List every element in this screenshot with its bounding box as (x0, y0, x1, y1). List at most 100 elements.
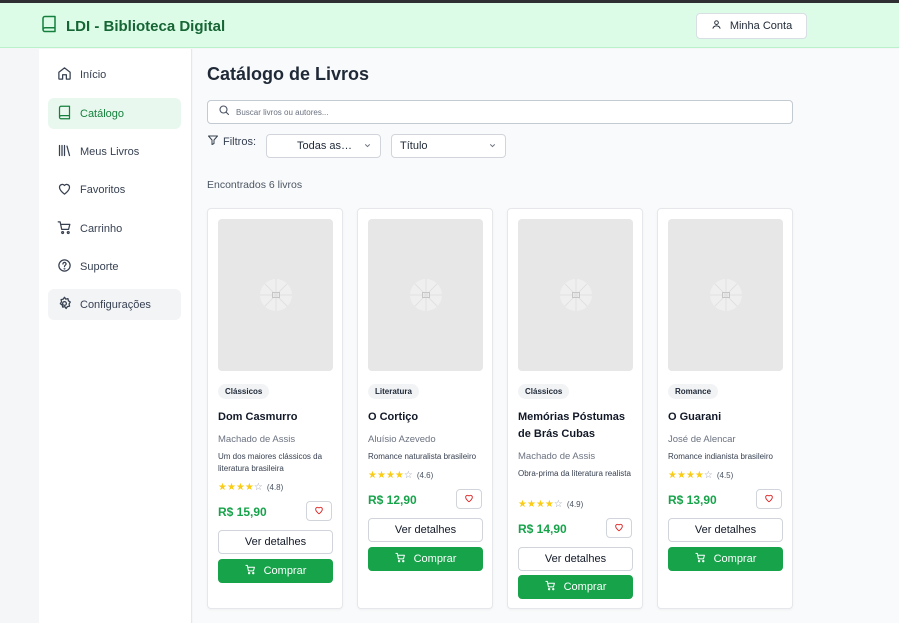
book-price: R$ 13,90 (668, 493, 717, 507)
star-filled-icon: ★ (668, 470, 677, 481)
favorite-button[interactable] (456, 489, 482, 509)
image-placeholder-icon (260, 279, 292, 311)
sidebar-item-label: Carrinho (80, 222, 123, 235)
help-circle-icon (57, 258, 72, 276)
rating-stars: ★★★★☆ (668, 470, 713, 481)
book-price: R$ 15,90 (218, 505, 267, 519)
star-filled-icon: ★ (694, 470, 704, 481)
sidebar-item-label: Favoritos (80, 183, 126, 196)
book-author: Machado de Assis (218, 434, 296, 445)
details-button[interactable]: Ver detalhes (368, 518, 483, 542)
book-icon (40, 15, 58, 38)
cart-icon (395, 552, 406, 566)
rating-value: (4.8) (266, 483, 284, 492)
star-filled-icon: ★ (235, 482, 245, 493)
search-input[interactable] (236, 107, 776, 117)
book-card: Clássicos Dom Casmurro Machado de Assis … (207, 208, 343, 609)
details-button[interactable]: Ver detalhes (218, 530, 333, 554)
account-label: Minha Conta (729, 20, 793, 32)
image-placeholder-icon (710, 279, 742, 311)
book-rating: ★★★★☆ (4.6) (368, 470, 433, 481)
cart-icon (545, 580, 556, 594)
sidebar-item-suporte[interactable]: Suporte (48, 251, 181, 282)
sort-select-value: Título (400, 140, 428, 152)
buy-label: Comprar (263, 565, 307, 577)
rating-value: (4.6) (416, 471, 434, 480)
sidebar-item-catalogo[interactable]: Catálogo (48, 98, 181, 129)
sidebar-item-label: Configurações (80, 298, 151, 311)
favorite-button[interactable] (606, 518, 632, 538)
chevron-down-icon (488, 141, 497, 153)
sidebar-item-meus-livros[interactable]: Meus Livros (48, 136, 181, 167)
sidebar-item-configuracoes[interactable]: Configurações (48, 289, 181, 320)
sidebar-item-label: Início (80, 68, 107, 81)
book-cover-placeholder[interactable] (368, 219, 483, 371)
cart-icon (245, 564, 256, 578)
sidebar-item-carrinho[interactable]: Carrinho (48, 213, 181, 244)
star-filled-icon: ★ (526, 499, 536, 510)
book-card: Literatura O Cortiço Aluísio Azevedo Rom… (357, 208, 493, 609)
book-cover-placeholder[interactable] (668, 219, 783, 371)
filters: Filtros: (207, 134, 256, 149)
cart-icon (695, 552, 706, 566)
filters-label: Filtros: (223, 135, 256, 148)
book-cover-placeholder[interactable] (218, 219, 333, 371)
book-rating: ★★★★☆ (4.5) (668, 470, 733, 481)
book-description: Obra-prima da literatura realista (518, 469, 631, 478)
book-price: R$ 12,90 (368, 493, 417, 507)
buy-button[interactable]: Comprar (218, 559, 333, 583)
sidebar-item-label: Catálogo (80, 107, 125, 120)
book-author: Aluísio Azevedo (368, 434, 436, 445)
buy-button[interactable]: Comprar (518, 575, 633, 599)
home-icon (57, 66, 72, 84)
book-card: Romance O Guarani José de Alencar Romanc… (657, 208, 793, 609)
favorite-button[interactable] (306, 501, 332, 521)
brand[interactable]: LDI - Biblioteca Digital (40, 15, 225, 38)
book-description: Romance naturalista brasileiro (368, 452, 477, 461)
app-header: LDI - Biblioteca Digital Minha Conta (0, 3, 899, 48)
category-select[interactable]: Todas as… (266, 134, 381, 158)
sidebar-item-favoritos[interactable]: Favoritos (48, 174, 181, 205)
app-title: LDI - Biblioteca Digital (66, 18, 226, 35)
user-icon (711, 19, 722, 33)
buy-button[interactable]: Comprar (368, 547, 483, 571)
sidebar-item-inicio[interactable]: Início (48, 59, 181, 90)
search-box[interactable] (207, 100, 793, 124)
book-rating: ★★★★☆ (4.8) (218, 482, 283, 493)
gear-icon (57, 296, 72, 314)
image-placeholder-icon (560, 279, 592, 311)
filter-icon (207, 134, 219, 149)
star-filled-icon: ★ (226, 482, 236, 493)
star-empty-icon: ☆ (553, 499, 563, 510)
star-filled-icon: ★ (676, 470, 686, 481)
cart-icon (57, 220, 72, 238)
details-button[interactable]: Ver detalhes (518, 547, 633, 571)
star-filled-icon: ★ (685, 470, 695, 481)
book-title: O Cortiço (368, 411, 419, 423)
favorite-button[interactable] (756, 489, 782, 509)
book-card: Clássicos Memórias Póstumas de Brás Cuba… (507, 208, 643, 609)
book-price: R$ 14,90 (518, 522, 567, 536)
book-icon (57, 105, 72, 123)
star-filled-icon: ★ (544, 499, 554, 510)
book-title: O Guarani (668, 411, 722, 423)
main-content: Catálogo de Livros Filtros: Todas as… Tí… (193, 49, 899, 623)
category-badge: Clássicos (218, 384, 270, 399)
book-title: Dom Casmurro (218, 411, 298, 423)
star-filled-icon: ★ (376, 470, 386, 481)
account-button[interactable]: Minha Conta (696, 13, 807, 39)
heart-icon (314, 502, 324, 520)
heart-icon (57, 181, 72, 199)
star-filled-icon: ★ (535, 499, 545, 510)
book-rating: ★★★★☆ (4.9) (518, 499, 583, 510)
star-empty-icon: ☆ (253, 482, 263, 493)
rating-value: (4.9) (566, 500, 584, 509)
buy-button[interactable]: Comprar (668, 547, 783, 571)
sidebar: Início Catálogo Meus Livros Favoritos Ca… (39, 49, 192, 623)
heart-icon (614, 519, 624, 537)
details-button[interactable]: Ver detalhes (668, 518, 783, 542)
book-description: Romance indianista brasileiro (668, 452, 773, 461)
sort-select[interactable]: Título (391, 134, 506, 158)
book-cover-placeholder[interactable] (518, 219, 633, 371)
category-badge: Clássicos (518, 384, 570, 399)
